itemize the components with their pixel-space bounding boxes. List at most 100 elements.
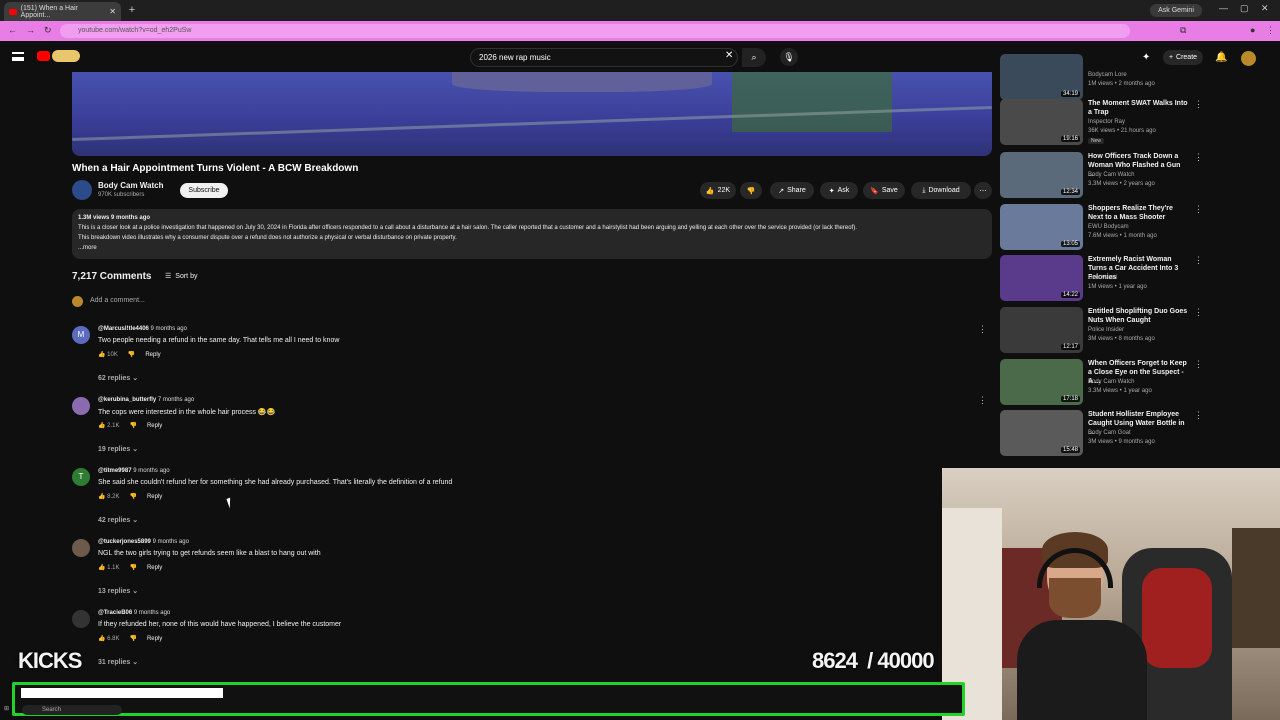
search-input[interactable]: 2026 new rap music <box>470 48 738 67</box>
search-icon[interactable]: ⌕ <box>742 48 766 67</box>
view-replies-button[interactable]: 31 replies ⌄ <box>98 658 138 666</box>
video-thumbnail[interactable]: 15:48 <box>1000 410 1083 456</box>
video-menu-icon[interactable]: ⋮ <box>1194 307 1203 318</box>
recommended-video[interactable]: 15:48 Student Hollister Employee Caught U… <box>1000 410 1205 458</box>
dislike-comment-icon[interactable]: 👎 <box>128 351 135 358</box>
clear-search-icon[interactable]: ✕ <box>725 50 733 61</box>
download-button[interactable]: ⤓ Download <box>911 182 971 199</box>
video-menu-icon[interactable]: ⋮ <box>1194 204 1203 215</box>
new-tab-icon[interactable]: + <box>126 4 138 16</box>
add-comment-field[interactable]: Add a comment... <box>72 296 972 308</box>
video-thumbnail[interactable]: 12:17 <box>1000 307 1083 353</box>
ask-button[interactable]: ✦ Ask <box>820 182 858 199</box>
video-player[interactable] <box>72 72 992 156</box>
avatar[interactable]: M <box>72 326 90 344</box>
recommended-channel[interactable]: Body Cam Watch <box>1088 172 1134 178</box>
video-menu-icon[interactable]: ⋮ <box>1194 359 1203 370</box>
like-button[interactable]: 👍 22K <box>700 182 736 199</box>
subscribe-button[interactable]: Subscribe <box>180 183 228 198</box>
video-menu-icon[interactable]: ⋮ <box>1194 410 1203 421</box>
dislike-comment-icon[interactable]: 👎 <box>129 635 136 642</box>
doodle-logo[interactable] <box>52 50 80 62</box>
comment-author[interactable]: @TracieB06 <box>98 610 132 616</box>
comment-author[interactable]: @kerubina_butterfly <box>98 397 156 403</box>
ask-gemini-button[interactable]: Ask Gemini <box>1150 4 1202 17</box>
menu-icon[interactable] <box>12 52 24 61</box>
avatar[interactable] <box>72 397 90 415</box>
channel-name[interactable]: Body Cam Watch <box>98 181 164 190</box>
recommended-video[interactable]: 14:22 Extremely Racist Woman Turns a Car … <box>1000 255 1205 303</box>
share-button[interactable]: ↗ Share <box>770 182 814 199</box>
video-menu-icon[interactable]: ⋮ <box>1194 255 1203 266</box>
comment-menu-icon[interactable]: ⋮ <box>978 324 987 335</box>
recommended-channel[interactable]: Police Insider <box>1088 327 1124 333</box>
view-replies-button[interactable]: 13 replies ⌄ <box>98 587 138 595</box>
recommended-channel[interactable]: Bodycam Lore <box>1088 72 1127 78</box>
sort-by-button[interactable]: ☰ Sort by <box>165 272 197 281</box>
recommended-video[interactable]: 12:17 Entitled Shoplifting Duo Goes Nuts … <box>1000 307 1205 355</box>
video-thumbnail[interactable]: 34:19 <box>1000 54 1083 100</box>
recommended-title[interactable]: Shoppers Realize They're Next to a Mass … <box>1088 204 1188 222</box>
recommended-video[interactable]: 19:16 The Moment SWAT Walks Into a Trap In… <box>1000 99 1205 147</box>
dislike-comment-icon[interactable]: 👎 <box>129 493 136 500</box>
youtube-logo-icon[interactable] <box>37 51 50 61</box>
taskbar-search[interactable]: Search <box>22 705 122 715</box>
channel-avatar[interactable] <box>72 180 92 200</box>
reply-button[interactable]: Reply <box>145 352 160 358</box>
notifications-icon[interactable]: 🔔 <box>1215 52 1227 63</box>
dislike-comment-icon[interactable]: 👎 <box>129 564 136 571</box>
like-comment-button[interactable]: 👍 8.2K <box>98 493 119 500</box>
recommended-channel[interactable]: Body Cam Goat <box>1088 430 1131 436</box>
show-more-link[interactable]: ...more <box>78 243 986 253</box>
like-comment-button[interactable]: 👍 2.1K <box>98 422 119 429</box>
close-tab-icon[interactable]: ✕ <box>109 7 116 16</box>
browser-menu-icon[interactable]: ⋮ <box>1266 25 1275 36</box>
recommended-title[interactable]: The Moment SWAT Walks Into a Trap <box>1088 99 1188 117</box>
recommended-video[interactable]: 13:05 Shoppers Realize They're Next to a … <box>1000 204 1205 252</box>
maximize-icon[interactable]: ▢ <box>1240 3 1249 14</box>
windows-start-icon[interactable]: ⊞ <box>4 705 9 712</box>
reload-icon[interactable]: ↻ <box>44 25 52 36</box>
video-thumbnail[interactable]: 13:05 <box>1000 204 1083 250</box>
avatar[interactable] <box>1241 51 1256 66</box>
comment-author[interactable]: @tuckerjones5899 <box>98 539 151 545</box>
avatar[interactable] <box>72 539 90 557</box>
view-replies-button[interactable]: 42 replies ⌄ <box>98 516 138 524</box>
avatar[interactable] <box>72 610 90 628</box>
recommended-video[interactable]: 17:18 When Officers Forget to Keep a Clos… <box>1000 359 1205 407</box>
recommended-video[interactable]: 34:19 Bodycam Lore 1M views • 2 months ago <box>1000 54 1205 102</box>
minimize-icon[interactable]: — <box>1219 3 1228 13</box>
like-comment-button[interactable]: 👍 1.1K <box>98 564 119 571</box>
recommended-channel[interactable]: EWU Bodycam <box>1088 224 1129 230</box>
recommended-channel[interactable]: Body Cam Watch <box>1088 379 1134 385</box>
video-thumbnail[interactable]: 19:16 <box>1000 99 1083 145</box>
recommended-title[interactable]: Entitled Shoplifting Duo Goes Nuts When … <box>1088 307 1188 325</box>
avatar[interactable]: T <box>72 468 90 486</box>
video-menu-icon[interactable]: ⋮ <box>1194 99 1203 110</box>
view-replies-button[interactable]: 62 replies ⌄ <box>98 374 138 382</box>
dislike-comment-icon[interactable]: 👎 <box>129 422 136 429</box>
browser-tab[interactable]: (151) When a Hair Appoint... ✕ <box>4 2 121 21</box>
more-actions-icon[interactable]: ⋯ <box>974 182 992 199</box>
view-replies-button[interactable]: 19 replies ⌄ <box>98 445 138 453</box>
video-thumbnail[interactable]: 14:22 <box>1000 255 1083 301</box>
microphone-icon[interactable]: 🎙 <box>780 48 798 66</box>
save-button[interactable]: 🔖 Save <box>863 182 905 199</box>
profile-icon[interactable]: ● <box>1250 25 1255 35</box>
comment-menu-icon[interactable]: ⋮ <box>978 395 987 406</box>
reply-button[interactable]: Reply <box>147 423 162 429</box>
comment-author[interactable]: @titme9987 <box>98 468 132 474</box>
description-box[interactable]: 1.3M views 9 months ago This is a closer… <box>72 209 992 259</box>
comment-author[interactable]: @Marcusl!tle4406 <box>98 326 149 332</box>
back-icon[interactable]: ← <box>8 25 17 35</box>
video-thumbnail[interactable]: 12:34 <box>1000 152 1083 198</box>
video-thumbnail[interactable]: 17:18 <box>1000 359 1083 405</box>
like-comment-button[interactable]: 👍 10K <box>98 351 118 358</box>
forward-icon[interactable]: → <box>26 25 35 35</box>
reply-button[interactable]: Reply <box>147 636 162 642</box>
video-menu-icon[interactable]: ⋮ <box>1194 152 1203 163</box>
recommended-video[interactable]: 12:34 How Officers Track Down a Woman Who… <box>1000 152 1205 200</box>
reply-button[interactable]: Reply <box>147 565 162 571</box>
recommended-channel[interactable]: Uncovered <box>1088 275 1117 281</box>
recommended-channel[interactable]: Inspector Ray <box>1088 119 1125 125</box>
